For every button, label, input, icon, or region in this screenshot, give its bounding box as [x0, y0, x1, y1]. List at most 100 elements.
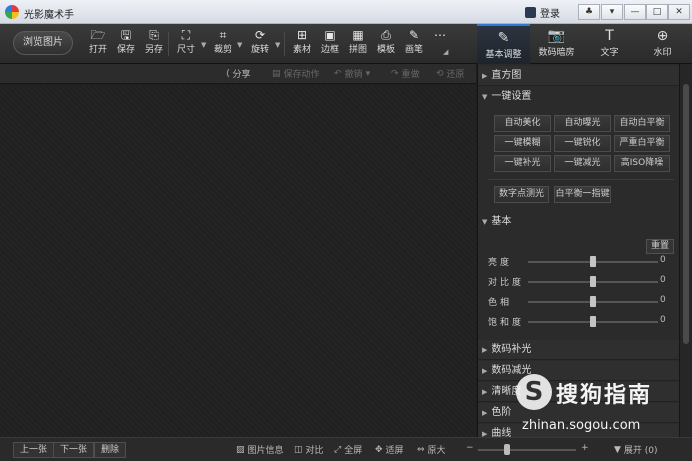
preset-auto-exposure[interactable]: 自动曝光	[554, 115, 611, 132]
basic-section[interactable]: ▼ 基本	[478, 212, 679, 232]
undo-button[interactable]: ↶ 撤销 ▾	[334, 67, 371, 81]
slider-thumb[interactable]	[590, 256, 596, 267]
contrast-value: 0	[660, 275, 666, 285]
preset-one-click-blur[interactable]: 一键模糊	[494, 135, 551, 152]
image-info-button[interactable]: ▨ 图片信息	[236, 443, 284, 457]
more-tools-button[interactable]: ⋯	[426, 28, 454, 60]
saturation-label: 饱和度	[488, 318, 525, 328]
collage-button[interactable]: ▦ 拼图	[344, 28, 372, 60]
expand-arrow-icon: ▶	[482, 430, 488, 437]
preset-strong-white-balance[interactable]: 严重白平衡	[614, 135, 670, 152]
brush-button[interactable]: ✎ 画笔	[400, 28, 428, 60]
close-button[interactable]: ✕	[668, 4, 690, 20]
fill-light-section[interactable]: ▶ 数码补光	[478, 340, 679, 360]
slider-thumb[interactable]	[590, 276, 596, 287]
original-size-button[interactable]: ⇔ 原大	[417, 443, 446, 457]
contrast-slider[interactable]: 对比度 0	[488, 275, 676, 289]
crop-dropdown-icon[interactable]: ▼	[237, 41, 242, 49]
zoom-slider[interactable]	[478, 449, 576, 451]
redo-button[interactable]: ↷ 重做	[391, 67, 420, 81]
hue-label: 色相	[488, 298, 513, 308]
preset-one-click-sharpen[interactable]: 一键锐化	[554, 135, 611, 152]
basic-title: 基本	[491, 216, 512, 227]
brush-label: 画笔	[404, 45, 423, 55]
preset-fill-light[interactable]: 一键补光	[494, 155, 551, 172]
curves-title: 曲线	[491, 428, 512, 437]
rotate-button[interactable]: ⟳ 旋转	[246, 28, 274, 60]
tab-watermark[interactable]: ⊕ 水印	[636, 24, 689, 64]
material-button[interactable]: ⊞ 素材	[288, 28, 316, 60]
hue-slider[interactable]: 色相 0	[488, 295, 676, 309]
saturation-value: 0	[660, 315, 666, 325]
tab-text[interactable]: T 文字	[583, 24, 636, 64]
fit-screen-button[interactable]: ✥ 适屏	[375, 443, 404, 457]
histogram-section[interactable]: ▶ 直方图	[478, 66, 679, 86]
maximize-button[interactable]: □	[646, 4, 668, 20]
saturation-slider[interactable]: 饱和度 0	[488, 315, 676, 329]
compare-label: 对比	[305, 446, 324, 456]
crop-button[interactable]: ⌗ 裁剪	[209, 28, 237, 60]
zoom-in-button[interactable]: +	[581, 443, 589, 453]
next-image-button[interactable]: 下一张	[53, 442, 95, 458]
skin-button[interactable]: ♣	[578, 4, 600, 20]
slider-thumb[interactable]	[590, 296, 596, 307]
template-button[interactable]: ⎙ 模板	[372, 28, 400, 60]
undo-icon: ↶	[334, 68, 342, 79]
tab-text-label: 文字	[600, 48, 619, 58]
image-canvas[interactable]	[0, 85, 476, 437]
border-button[interactable]: ▣ 边框	[316, 28, 344, 60]
save-button[interactable]: 🖫 保存	[112, 28, 140, 60]
resize-label: 尺寸	[176, 45, 195, 55]
fullscreen-button[interactable]: ⤢ 全屏	[334, 443, 363, 457]
save-label: 保存	[116, 45, 135, 55]
hue-value: 0	[660, 295, 666, 305]
compare-button[interactable]: ◫ 对比	[294, 443, 324, 457]
save-action-button[interactable]: ▤ 保存动作	[272, 67, 320, 81]
browse-images-button[interactable]: 浏览图片	[13, 31, 73, 55]
fill-light-title: 数码补光	[491, 344, 532, 355]
save-as-button[interactable]: ⎘ 另存	[140, 28, 168, 60]
login-button[interactable]: 登录	[525, 5, 560, 20]
expand-arrow-icon: ▶	[482, 72, 488, 80]
reset-button[interactable]: 重置	[646, 239, 674, 254]
preset-white-balance-picker[interactable]: 白平衡一指键	[554, 186, 611, 203]
preset-spot-metering[interactable]: 数字点测光	[494, 186, 549, 203]
one-click-section[interactable]: ▼ 一键设置	[478, 87, 679, 107]
minimize-button[interactable]: —	[624, 4, 646, 20]
scrollbar-thumb[interactable]	[683, 84, 689, 344]
preset-reduce-light[interactable]: 一键减光	[554, 155, 611, 172]
panel-scrollbar[interactable]	[679, 64, 692, 437]
resize-icon: ⛶	[181, 28, 191, 42]
tab-digital-darkroom[interactable]: 📷 数码暗房	[530, 24, 583, 64]
prev-image-button[interactable]: 上一张	[13, 442, 55, 458]
zoom-out-button[interactable]: −	[466, 443, 474, 453]
fullscreen-label: 全屏	[344, 446, 363, 456]
menu-button[interactable]: ▾	[601, 4, 623, 20]
expand-filmstrip-button[interactable]: ▼ 展开 (0)	[614, 443, 658, 457]
preset-high-iso-denoise[interactable]: 高ISO降噪	[614, 155, 670, 172]
collage-label: 拼图	[348, 45, 367, 55]
brightness-slider[interactable]: 亮度 0	[488, 255, 676, 269]
restore-button[interactable]: ⟲ 还原	[436, 67, 465, 81]
delete-button[interactable]: 删除	[94, 442, 127, 458]
expand-label: 展开 (0)	[623, 446, 658, 456]
tab-basic-adjust[interactable]: ✎ 基本调整	[477, 24, 530, 64]
tab-basic-adjust-label: 基本调整	[485, 50, 522, 60]
expand-arrow-icon: ▶	[482, 388, 488, 396]
save-as-icon: ⎘	[149, 28, 159, 42]
section-divider	[488, 179, 674, 180]
zoom-slider-thumb[interactable]	[504, 444, 510, 455]
resize-button[interactable]: ⛶ 尺寸	[172, 28, 200, 60]
resize-dropdown-icon[interactable]: ▼	[201, 41, 206, 49]
expand-toolbar-icon[interactable]: ◢	[443, 48, 448, 56]
share-button[interactable]: ⟨ 分享	[226, 67, 251, 81]
preset-auto-beautify[interactable]: 自动美化	[494, 115, 551, 132]
more-icon: ⋯	[434, 28, 446, 42]
rotate-dropdown-icon[interactable]: ▼	[275, 41, 280, 49]
user-icon	[525, 6, 536, 18]
preset-auto-white-balance[interactable]: 自动白平衡	[614, 115, 670, 132]
open-button[interactable]: 🗁 打开	[84, 28, 112, 60]
slider-thumb[interactable]	[590, 316, 596, 327]
save-as-label: 另存	[144, 45, 163, 55]
undo-dropdown-icon[interactable]: ▾	[366, 69, 371, 79]
